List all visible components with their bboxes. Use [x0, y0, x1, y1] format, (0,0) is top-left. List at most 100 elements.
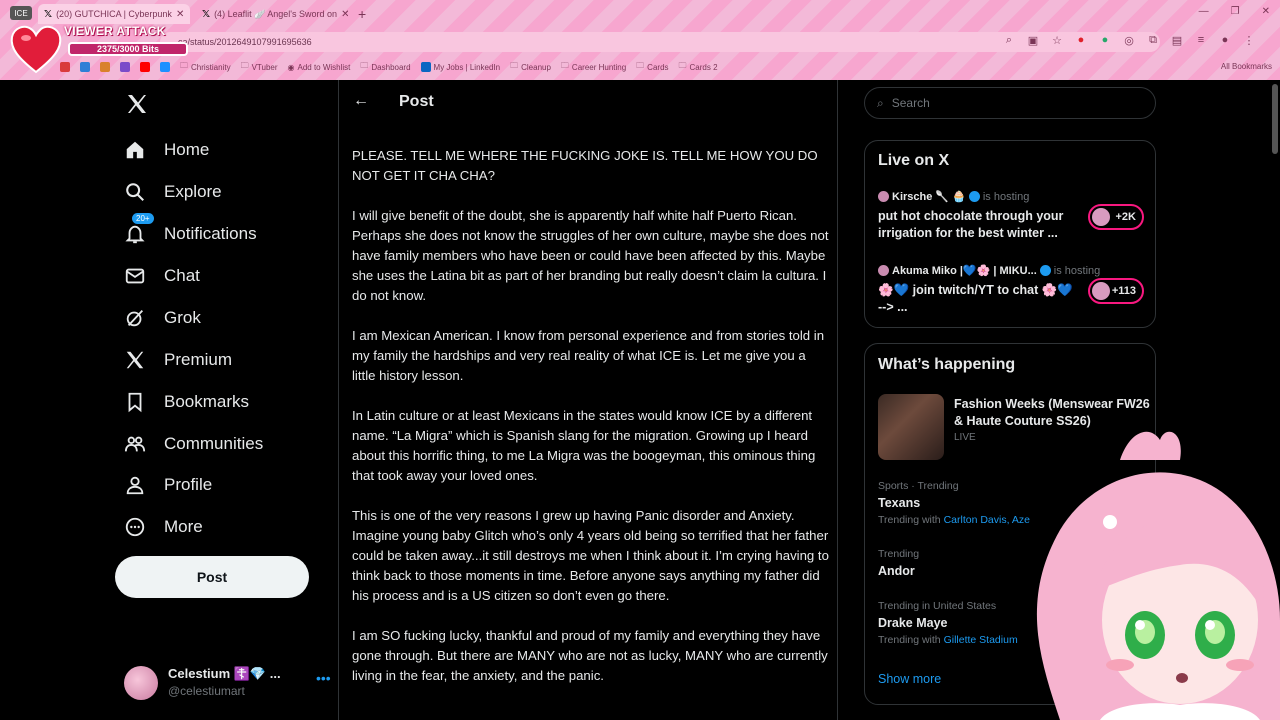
extension-icon[interactable]: ● [1074, 34, 1088, 47]
browser-tab[interactable]: 𝕏 (4) Leaflit 🪽 Angel's Sword on ✕ [196, 4, 348, 24]
listener-count[interactable]: +113 [1088, 278, 1144, 304]
search-placeholder: Search [891, 96, 930, 110]
bits-progress: 2375/3000 Bits [68, 42, 188, 56]
zoom-icon[interactable]: ⌕ [1002, 34, 1016, 47]
nav-premium[interactable]: Premium [124, 346, 232, 374]
post-text: PLEASE. TELL ME WHERE THE FUCKING JOKE I… [352, 146, 830, 706]
post-header: ← Post [339, 80, 838, 124]
post-paragraph: I will give benefit of the doubt, she is… [352, 208, 829, 303]
live-on-x-card: Live on X Kirsche 🥄 🧁 is hosting put hot… [864, 140, 1156, 328]
search-input[interactable]: ⌕ Search [864, 87, 1156, 119]
x-icon [126, 351, 144, 369]
nav-label: Grok [164, 308, 201, 327]
verified-icon [1039, 265, 1051, 276]
bookmark-folder[interactable]: 🗀 Dashboard [360, 60, 410, 74]
post-button[interactable]: Post [115, 556, 309, 598]
nav-label: Notifications [164, 224, 257, 243]
post-paragraph: This is one of the very reasons I grew u… [352, 508, 829, 603]
nav-more[interactable]: More [124, 513, 203, 541]
new-tab-button[interactable]: + [358, 6, 366, 22]
bookmark[interactable]: My Jobs | LinkedIn [420, 62, 500, 72]
all-bookmarks[interactable]: All Bookmarks [1221, 62, 1272, 71]
bookmarks-bar: 🗀 Christianity 🗀 VTuber ◉ Add to Wishlist 🗀… [60, 58, 1280, 76]
nav-label: Premium [164, 350, 233, 369]
more-dots-icon[interactable]: ••• [316, 670, 331, 686]
live-description: put hot chocolate through your irrigatio… [878, 209, 1064, 240]
restore-icon[interactable]: ❐ [1231, 6, 1240, 17]
nav-notifications[interactable]: 20+ Notifications [124, 213, 257, 248]
bookmark-folder[interactable]: 🗀 VTuber [241, 60, 278, 74]
avatar [124, 666, 158, 700]
verified-icon [968, 191, 980, 202]
live-item[interactable]: Akuma Miko |💙🌸 | MIKU... is hosting 🌸💙 j… [878, 264, 1144, 316]
search-icon [126, 183, 144, 201]
post-paragraph: In Latin culture or at least Mexicans in… [352, 408, 816, 483]
post-paragraph: I am Mexican American. I know from perso… [352, 328, 825, 383]
toolbar-icons: ⌕ ▣ ☆ ● ● ◎ ⧉ ▤ ≡ ● ⋮ [1002, 34, 1256, 47]
live-description: 🌸💙 join twitch/YT to chat 🌸💙 --> ... [878, 283, 1073, 314]
puzzle-icon[interactable]: ⧉ [1146, 34, 1160, 47]
bookmark-folder[interactable]: 🗀 Cards [636, 60, 668, 74]
bookmark-folder[interactable]: 🗀 Career Hunting [561, 60, 626, 74]
folder-icon: 🗀 [560, 61, 569, 70]
close-icon[interactable]: ✕ [341, 9, 348, 20]
minimize-icon[interactable]: — [1199, 6, 1209, 17]
bookmark-folder[interactable]: 🗀 Cleanup [510, 60, 551, 74]
extension-icon[interactable]: ◎ [1122, 34, 1136, 47]
folder-icon: 🗀 [636, 61, 645, 70]
vtuber-avatar [1036, 431, 1280, 720]
profile-icon[interactable]: ● [1218, 34, 1232, 47]
scrollbar[interactable] [1272, 84, 1278, 154]
bell-icon: 20+ [124, 213, 154, 245]
folder-icon: 🗀 [240, 61, 249, 70]
event-thumbnail[interactable] [878, 394, 944, 460]
account-switcher[interactable]: Celestium ☦️💎 ... @celestiumart ••• [124, 664, 334, 704]
viewer-attack-overlay: VIEWER ATTACK 2375/3000 Bits [8, 18, 208, 78]
event-live-label: LIVE [954, 432, 976, 443]
media-icon[interactable]: ≡ [1194, 34, 1208, 47]
notification-badge: 20+ [132, 213, 154, 224]
post-paragraph: PLEASE. TELL ME WHERE THE FUCKING JOKE I… [352, 148, 818, 183]
install-icon[interactable]: ▣ [1026, 34, 1040, 47]
menu-icon[interactable]: ⋮ [1242, 34, 1256, 47]
folder-icon: 🗀 [510, 61, 519, 70]
nav-label: Profile [164, 475, 213, 494]
back-arrow-icon[interactable]: ← [353, 92, 369, 110]
page-title: Post [399, 93, 434, 110]
home-icon [126, 141, 144, 159]
card-title: What’s happening [878, 356, 1016, 373]
bookmark-icon [128, 392, 142, 413]
extension-icon[interactable]: ● [1098, 34, 1112, 47]
nav-home[interactable]: Home [124, 136, 209, 164]
nav-grok[interactable]: Grok [124, 304, 201, 332]
star-icon[interactable]: ☆ [1050, 34, 1064, 47]
sidebar-icon[interactable]: ▤ [1170, 34, 1184, 47]
nav-label: More [164, 517, 203, 536]
account-handle: @celestiumart [168, 684, 245, 698]
host-avatar [878, 265, 889, 276]
tab-title: (4) Leaflit 🪽 Angel's Sword on [214, 8, 338, 19]
nav-bookmarks[interactable]: Bookmarks [124, 388, 249, 416]
nav-profile[interactable]: Profile [124, 471, 212, 499]
close-window-icon[interactable]: ✕ [1262, 6, 1270, 17]
folder-icon: 🗀 [360, 61, 369, 70]
heart-icon [10, 25, 62, 74]
card-title: Live on X [878, 152, 950, 169]
listener-count[interactable]: +2K [1088, 204, 1144, 230]
nav-label: Chat [164, 266, 200, 285]
nav-communities[interactable]: Communities [124, 430, 263, 458]
live-item[interactable]: Kirsche 🥄 🧁 is hosting put hot chocolate… [878, 190, 1144, 242]
bookmark-folder[interactable]: 🗀 Cards 2 [679, 60, 718, 74]
host-avatar [878, 191, 889, 202]
bookmark[interactable]: ◉ Add to Wishlist [288, 63, 351, 72]
window-controls: — ❐ ✕ [1199, 6, 1270, 17]
nav-chat[interactable]: Chat [124, 262, 200, 290]
left-navigation: Home Explore 20+ Notifications Chat Grok… [112, 80, 338, 720]
person-icon [126, 476, 144, 495]
x-logo-icon[interactable] [125, 92, 149, 116]
nav-label: Explore [164, 182, 222, 201]
nav-explore[interactable]: Explore [124, 178, 222, 206]
account-name: Celestium ☦️💎 ... [168, 666, 281, 681]
show-more-link[interactable]: Show more [878, 672, 941, 686]
live-host: Kirsche 🥄 🧁 is hosting [878, 190, 1144, 203]
